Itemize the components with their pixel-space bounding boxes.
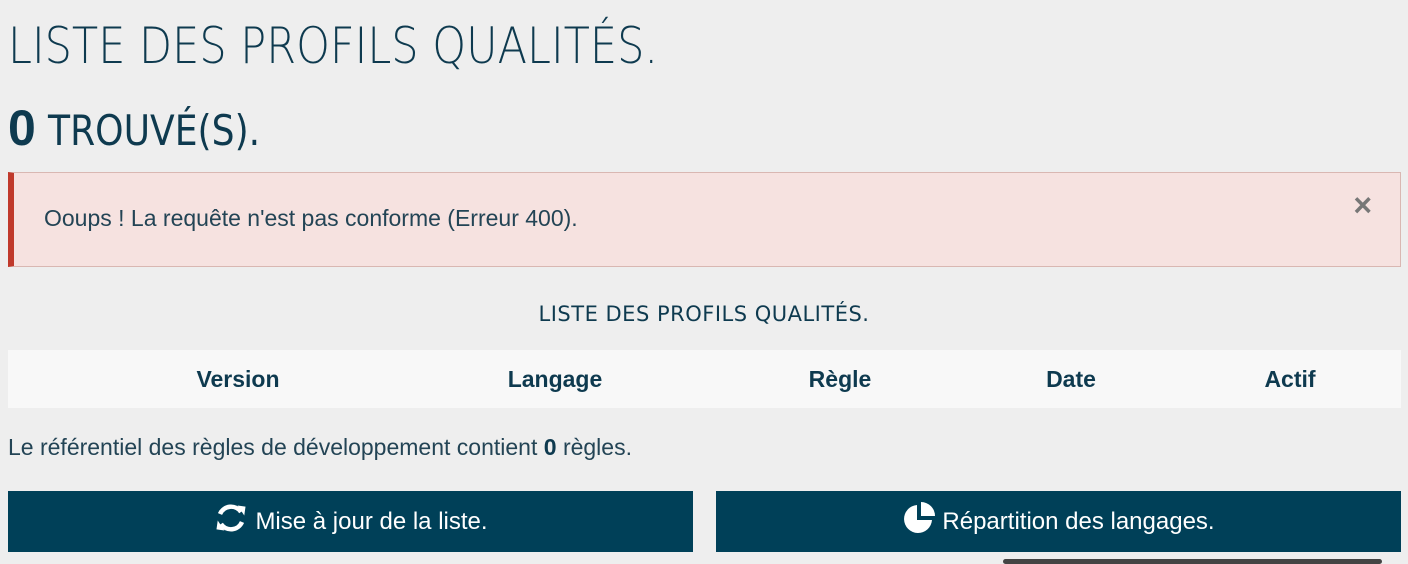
language-distribution-label: Répartition des langages. [942, 507, 1215, 535]
close-icon[interactable]: × [1353, 187, 1372, 223]
rules-prefix: Le référentiel des règles de développeme… [8, 434, 538, 460]
table-caption: LISTE DES PROFILS QUALITÉS. [538, 302, 870, 326]
refresh-icon [213, 500, 255, 543]
found-label: TROUVÉ(S). [47, 106, 260, 155]
rules-suffix: règles. [562, 434, 632, 460]
rules-count-text: Le référentiel des règles de développeme… [8, 434, 632, 461]
column-header-version[interactable]: Version [138, 350, 338, 408]
pie-chart-icon [902, 501, 942, 542]
alert-message: Ooups ! La requête n'est pas conforme (E… [44, 205, 578, 231]
found-count-heading: 0 TROUVÉ(S). [8, 98, 295, 171]
found-count: 0 [8, 100, 36, 156]
page: LISTE DES PROFILS QUALITÉS. 0 TROUVÉ(S). … [0, 0, 1408, 564]
column-header-regle[interactable]: Règle [740, 350, 940, 408]
horizontal-scrollbar[interactable] [1003, 559, 1382, 564]
column-header-actif[interactable]: Actif [1190, 350, 1390, 408]
refresh-list-button[interactable]: Mise à jour de la liste. [8, 491, 693, 552]
refresh-list-label: Mise à jour de la liste. [255, 507, 488, 535]
page-title: LISTE DES PROFILS QUALITÉS. [8, 17, 659, 75]
column-header-date[interactable]: Date [971, 350, 1171, 408]
table-header-row: Version Langage Règle Date Actif [8, 350, 1401, 408]
column-header-langage[interactable]: Langage [455, 350, 655, 408]
error-alert: Ooups ! La requête n'est pas conforme (E… [8, 172, 1401, 267]
rules-count: 0 [543, 434, 557, 460]
language-distribution-button[interactable]: Répartition des langages. [716, 491, 1401, 552]
